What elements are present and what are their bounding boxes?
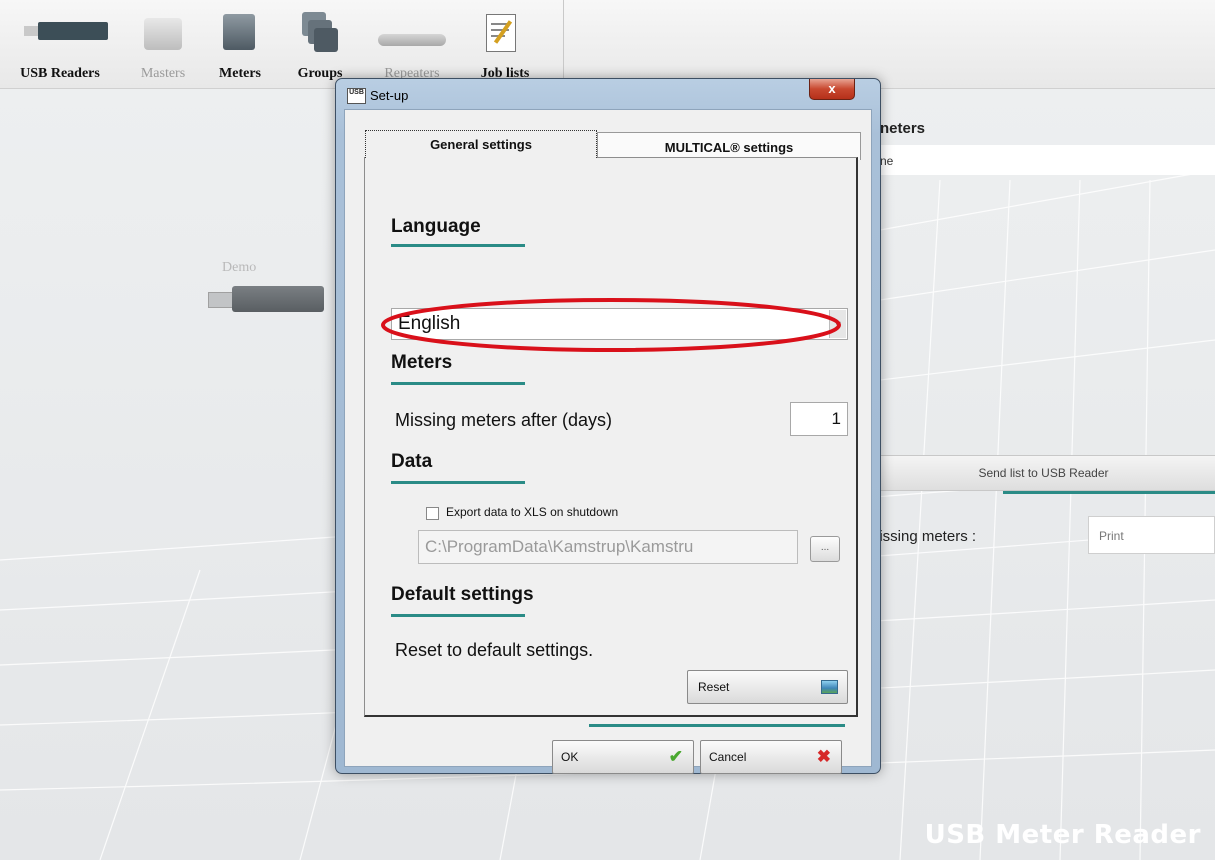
print-dropdown[interactable]: Print bbox=[1088, 516, 1215, 554]
checkmark-icon: ✔ bbox=[668, 747, 683, 766]
reset-button[interactable]: Reset bbox=[687, 670, 848, 704]
default-settings-underline bbox=[391, 614, 525, 617]
missing-meters-label: lissing meters : bbox=[876, 528, 977, 545]
send-list-button[interactable]: Send list to USB Reader bbox=[870, 455, 1215, 491]
job-list-icon bbox=[486, 14, 516, 52]
toolbar-usb-readers[interactable]: USB Readers bbox=[10, 0, 110, 88]
export-path-field[interactable]: C:\ProgramData\Kamstrup\Kamstru bbox=[418, 530, 798, 564]
toolbar-groups[interactable]: Groups bbox=[290, 0, 350, 88]
footer-underline bbox=[589, 724, 845, 727]
toolbar-separator bbox=[563, 0, 564, 88]
right-panel-row[interactable] bbox=[860, 145, 1215, 175]
toolbar-label: Masters bbox=[140, 66, 186, 81]
red-highlight-ellipse bbox=[381, 298, 841, 352]
reset-image-icon bbox=[821, 680, 838, 694]
repeater-icon bbox=[378, 34, 446, 46]
browse-button[interactable]: ... bbox=[810, 536, 840, 562]
right-panel-title: neters bbox=[880, 120, 926, 137]
toolbar-repeaters[interactable]: Repeaters bbox=[370, 0, 454, 88]
ok-button-label: OK bbox=[561, 750, 579, 764]
tab-general-settings[interactable]: General settings bbox=[365, 130, 597, 158]
missing-meters-days-input[interactable]: 1 bbox=[790, 402, 848, 436]
toolbar-meters[interactable]: Meters bbox=[210, 0, 270, 88]
cancel-button-label: Cancel bbox=[709, 750, 747, 764]
ok-button[interactable]: OK ✔ bbox=[552, 740, 694, 774]
export-xls-label[interactable]: Export data to XLS on shutdown bbox=[446, 505, 618, 519]
data-heading: Data bbox=[391, 451, 433, 472]
general-settings-panel: Language English ▼ Meters Missing meters… bbox=[364, 157, 858, 717]
toolbar-label: Meters bbox=[219, 66, 261, 81]
close-button[interactable]: x bbox=[809, 79, 855, 100]
cancel-button[interactable]: Cancel ✖ bbox=[700, 740, 842, 774]
tab-multical-settings[interactable]: MULTICAL® settings bbox=[597, 132, 861, 160]
dialog-title: Set-up bbox=[370, 88, 409, 103]
cross-icon: ✖ bbox=[816, 747, 831, 766]
reset-button-label: Reset bbox=[698, 680, 730, 694]
right-panel-row-text: ne bbox=[880, 154, 894, 168]
toolbar-label: USB Readers bbox=[20, 66, 100, 81]
master-device-icon bbox=[144, 18, 182, 50]
language-heading: Language bbox=[391, 216, 481, 237]
toolbar-job-lists[interactable]: Job lists bbox=[470, 0, 540, 88]
demo-usb-reader-icon[interactable] bbox=[232, 286, 324, 312]
language-underline bbox=[391, 244, 525, 247]
meters-underline bbox=[391, 382, 525, 385]
main-toolbar: USB Readers Masters Meters Groups Repeat… bbox=[0, 0, 1215, 89]
data-underline bbox=[391, 481, 525, 484]
setup-dialog: USB Set-up x General settings MULTICAL® … bbox=[335, 78, 881, 774]
meters-heading: Meters bbox=[391, 352, 453, 373]
demo-reader-label: Demo bbox=[222, 260, 257, 275]
default-settings-heading: Default settings bbox=[391, 584, 534, 605]
usb-app-icon: USB bbox=[347, 88, 366, 104]
toolbar-masters[interactable]: Masters bbox=[128, 0, 198, 88]
missing-meters-days-label: Missing meters after (days) bbox=[395, 410, 613, 430]
dialog-client-area: General settings MULTICAL® settings Lang… bbox=[344, 109, 872, 774]
export-xls-checkbox[interactable] bbox=[426, 507, 439, 520]
send-button-underline bbox=[1003, 491, 1215, 494]
meter-device-icon bbox=[223, 14, 255, 50]
reset-description: Reset to default settings. bbox=[395, 640, 594, 660]
brand-wordmark: USB Meter Reader bbox=[924, 820, 1201, 850]
